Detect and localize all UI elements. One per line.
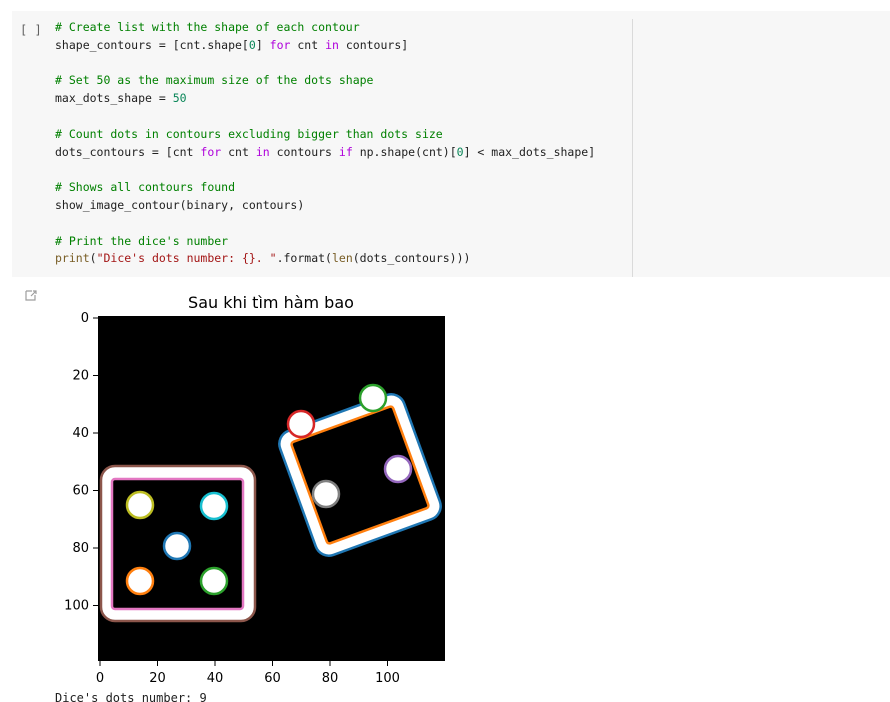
code-token: # Count dots in contours excluding bigge… <box>55 126 443 141</box>
code-token: ] < max_dots_shape] <box>463 144 596 159</box>
code-token: np.shape(cnt)[ <box>352 144 457 159</box>
plot-area: 0 20 40 60 80 100 0 20 40 60 80 100 <box>64 311 445 686</box>
dot-contour <box>358 383 388 413</box>
code-token: 50 <box>172 91 187 106</box>
code-token: contours] <box>338 37 409 52</box>
code-line: show_image_contour(binary, contours) <box>55 198 304 212</box>
code-line: max_dots_shape = 50 <box>55 91 187 105</box>
code-token: (dots_contours))) <box>352 251 471 266</box>
dot-contour <box>162 531 192 561</box>
y-tick-label: 40 <box>72 426 89 441</box>
code-token: .format( <box>276 251 332 266</box>
code-token: "Dice's dots number: {}. " <box>96 251 277 266</box>
code-token: ] <box>255 37 270 52</box>
dot-contour <box>383 454 413 484</box>
code-token: for <box>200 144 222 159</box>
code-token: cnt <box>221 144 256 159</box>
dot-contour <box>311 479 341 509</box>
x-tick-label: 20 <box>149 671 166 686</box>
x-tick-label: 80 <box>322 671 339 686</box>
code-token: dots_contours = [cnt <box>55 144 201 159</box>
cell-divider <box>632 19 633 277</box>
y-tick-label: 100 <box>64 599 89 614</box>
x-tick-label: 60 <box>264 671 281 686</box>
output-menu-icon[interactable] <box>25 289 37 301</box>
code-token: # Print the dice's number <box>55 233 229 248</box>
x-tick-label: 0 <box>96 671 104 686</box>
y-tick-label: 0 <box>81 311 89 326</box>
code-line: # Print the dice's number <box>55 234 228 248</box>
dot-contour <box>199 491 229 521</box>
cell-stdout: Dice's dots number: 9 <box>55 691 207 702</box>
dot-contour <box>286 409 316 439</box>
code-editor[interactable]: # Create list with the shape of each con… <box>55 19 595 268</box>
code-token: len <box>331 251 353 266</box>
code-token: in <box>255 144 270 159</box>
code-token: contours <box>269 144 339 159</box>
code-token: ( <box>89 251 97 266</box>
code-token: # Set 50 as the maximum size of the dots… <box>55 73 374 88</box>
code-line: # Count dots in contours excluding bigge… <box>55 127 443 141</box>
code-line: print("Dice's dots number: {}. ".format(… <box>55 251 470 265</box>
y-tick-label: 20 <box>72 369 89 384</box>
code-line: # Set 50 as the maximum size of the dots… <box>55 73 374 87</box>
dot-contour <box>125 566 155 596</box>
code-cell[interactable]: [ ] # Create list with the shape of each… <box>12 11 890 277</box>
code-line: shape_contours = [cnt.shape[0] for cnt i… <box>55 38 408 52</box>
y-tick-label: 80 <box>72 541 89 556</box>
code-line: dots_contours = [cnt for cnt in contours… <box>55 145 595 159</box>
y-tick-label: 60 <box>72 484 89 499</box>
code-token: # Create list with the shape of each con… <box>55 20 360 34</box>
dot-contour <box>199 566 229 596</box>
code-token: if <box>338 144 353 159</box>
code-line: # Shows all contours found <box>55 180 235 194</box>
code-token: for <box>269 37 291 52</box>
code-token: show_image_contour(binary, contours) <box>55 197 305 212</box>
x-tick-label: 100 <box>375 671 400 686</box>
code-token: print <box>55 251 90 266</box>
figure-title: Sau khi tìm hàm bao <box>188 293 354 312</box>
code-token: max_dots_shape = <box>55 91 173 106</box>
dot-contour <box>125 490 155 520</box>
code-token: shape_contours = [cnt.shape[ <box>55 37 249 52</box>
code-token: 0 <box>248 37 256 52</box>
output-figure: Sau khi tìm hàm bao 0 20 40 60 80 100 0 20 40 60 8… <box>64 293 445 686</box>
code-token: cnt <box>290 37 326 52</box>
run-cell-button[interactable]: [ ] <box>20 23 42 37</box>
code-token: in <box>325 37 339 52</box>
code-line: # Create list with the shape of each con… <box>55 20 360 34</box>
x-tick-label: 40 <box>207 671 224 686</box>
code-token: 0 <box>456 144 464 159</box>
code-token: # Shows all contours found <box>55 180 236 195</box>
